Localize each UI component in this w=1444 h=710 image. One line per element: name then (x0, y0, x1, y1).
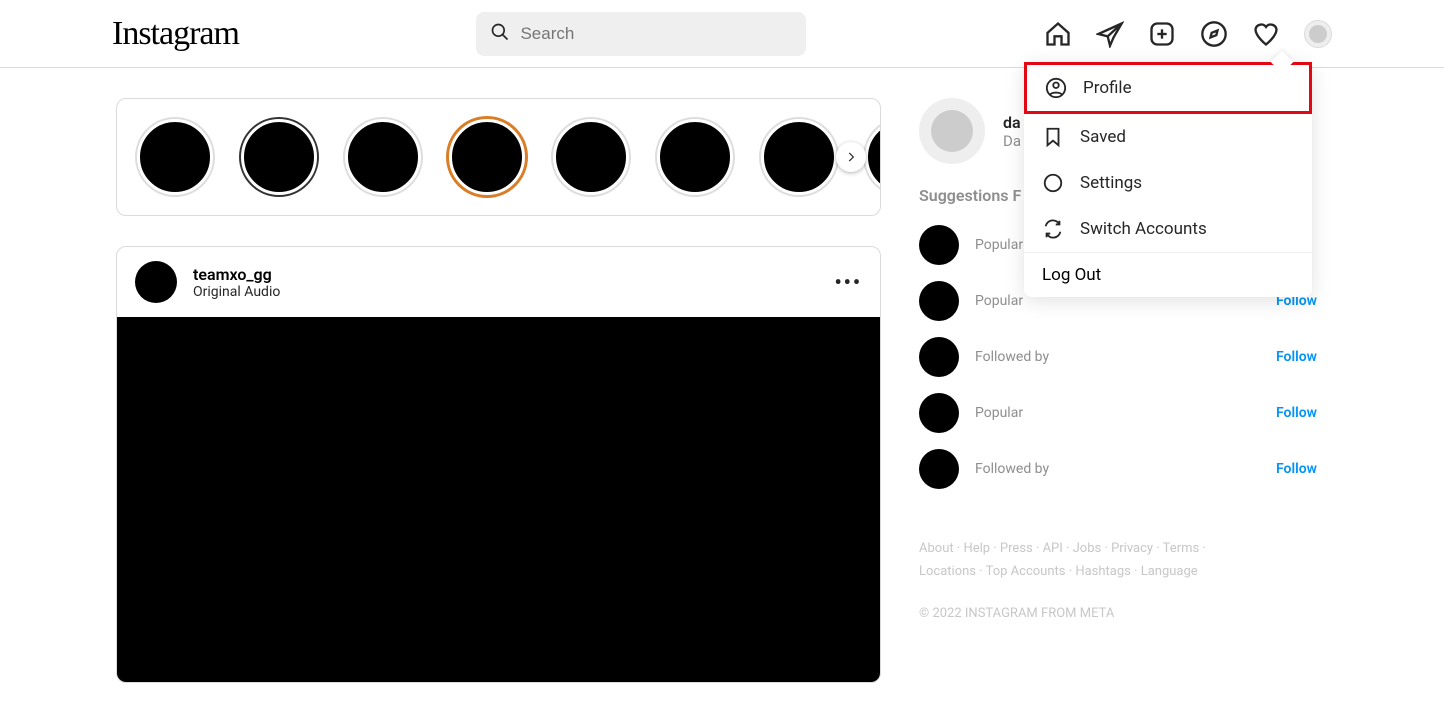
story-avatar[interactable] (553, 119, 629, 195)
post-more-button[interactable]: ••• (834, 270, 862, 294)
activity-icon[interactable] (1252, 20, 1280, 48)
menu-item-saved[interactable]: Saved (1024, 114, 1312, 160)
post-media[interactable] (117, 317, 880, 682)
menu-item-label: Profile (1083, 78, 1132, 98)
menu-item-profile[interactable]: Profile (1024, 62, 1312, 114)
post-audio-label[interactable]: Original Audio (193, 284, 280, 300)
menu-item-settings[interactable]: Settings (1024, 160, 1312, 206)
story-avatar[interactable] (657, 119, 733, 195)
search-container (476, 12, 806, 56)
suggestion-avatar[interactable] (919, 281, 959, 321)
suggestion-subtext: Popular (975, 405, 1260, 421)
suggestion-avatar[interactable] (919, 337, 959, 377)
suggestion-subtext: Followed by (975, 349, 1260, 365)
stories-tray (116, 98, 881, 216)
menu-item-label: Saved (1080, 127, 1126, 147)
post-card: teamxo_gg Original Audio ••• (116, 246, 881, 683)
post-author-name[interactable]: teamxo_gg (193, 265, 280, 284)
footer-copyright: © 2022 INSTAGRAM FROM META (919, 606, 1317, 621)
menu-item-logout[interactable]: Log Out (1024, 253, 1312, 297)
suggestion-row: Followed by Follow (919, 441, 1317, 497)
suggestion-avatar[interactable] (919, 225, 959, 265)
instagram-logo[interactable]: Instagram (112, 15, 239, 53)
profile-dropdown-menu: Profile Saved Settings Switch Accounts L… (1024, 62, 1312, 297)
follow-button[interactable]: Follow (1276, 461, 1317, 477)
follow-button[interactable]: Follow (1276, 405, 1317, 421)
menu-item-label: Switch Accounts (1080, 219, 1207, 239)
suggestion-row: Popular Follow (919, 385, 1317, 441)
search-icon (490, 22, 510, 46)
profile-avatar-button[interactable] (1304, 20, 1332, 48)
current-user-displayname: Da (1003, 132, 1021, 150)
search-input[interactable] (476, 12, 806, 56)
post-header: teamxo_gg Original Audio ••• (117, 247, 880, 317)
top-navigation-bar: Instagram (0, 0, 1444, 68)
suggestion-avatar[interactable] (919, 393, 959, 433)
suggestion-subtext: Followed by (975, 461, 1260, 477)
story-avatar[interactable] (241, 119, 317, 195)
footer-links: About · Help · Press · API · Jobs · Priv… (919, 537, 1317, 584)
story-avatar[interactable] (137, 119, 213, 195)
explore-icon[interactable] (1200, 20, 1228, 48)
post-author-avatar[interactable] (135, 261, 177, 303)
nav-icons-group (1044, 20, 1332, 48)
story-avatar[interactable] (449, 119, 525, 195)
story-avatar[interactable] (761, 119, 837, 195)
new-post-icon[interactable] (1148, 20, 1176, 48)
follow-button[interactable]: Follow (1276, 349, 1317, 365)
current-user-name[interactable]: da (1003, 113, 1021, 132)
stories-next-button[interactable] (836, 142, 866, 172)
footer-links-row[interactable]: About · Help · Press · API · Jobs · Priv… (919, 541, 1206, 556)
story-avatar[interactable] (865, 119, 881, 195)
footer-links-row[interactable]: Locations · Top Accounts · Hashtags · La… (919, 564, 1198, 579)
menu-item-switch-accounts[interactable]: Switch Accounts (1024, 206, 1312, 252)
suggestion-row: Followed by Follow (919, 329, 1317, 385)
current-user-avatar[interactable] (919, 98, 985, 164)
messages-icon[interactable] (1096, 20, 1124, 48)
menu-item-label: Settings (1080, 173, 1142, 193)
suggestion-avatar[interactable] (919, 449, 959, 489)
home-icon[interactable] (1044, 20, 1072, 48)
story-avatar[interactable] (345, 119, 421, 195)
